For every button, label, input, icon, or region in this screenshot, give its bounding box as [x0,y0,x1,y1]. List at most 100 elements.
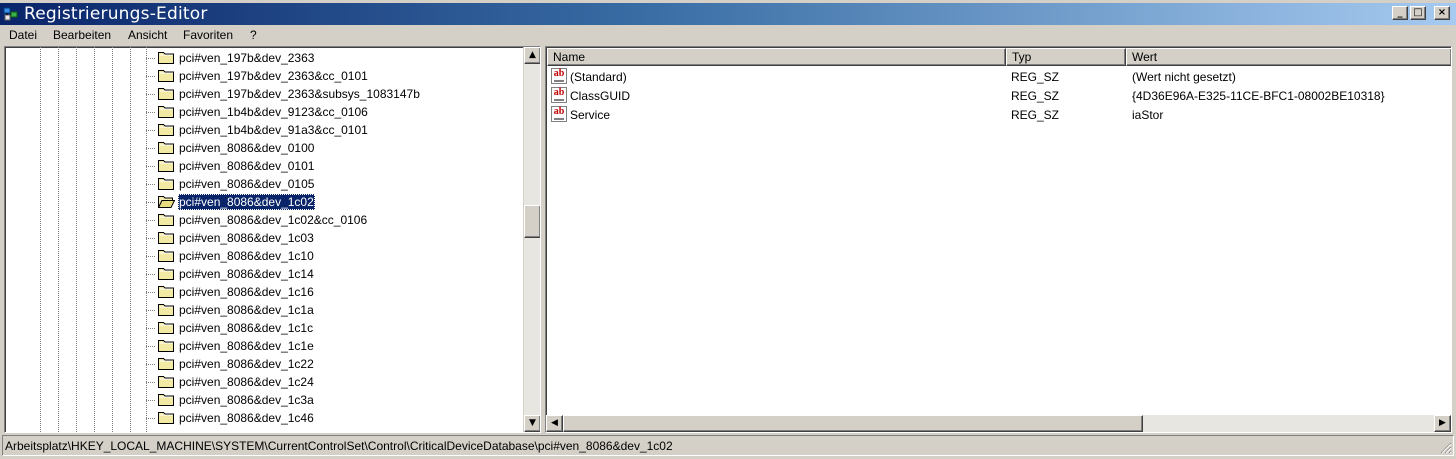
tree-connector [146,274,156,275]
folder-open-icon [158,196,175,208]
menu-ansicht[interactable]: Ansicht [128,27,167,43]
tree-item[interactable]: pci#ven_1b4b&dev_91a3&cc_0101 [145,121,523,139]
value-row[interactable]: ab (Standard) REG_SZ (Wert nicht gesetzt) [548,67,1448,86]
tree-item[interactable]: pci#ven_8086&dev_1c03 [145,229,523,247]
tree-connector [146,166,156,167]
column-header-type[interactable]: Typ [1006,48,1126,66]
values-list-pane: Name Typ Wert ab (Standard) REG_SZ (Wert ni… [545,46,1452,433]
tree-item[interactable]: pci#ven_8086&dev_1c10 [145,247,523,265]
folder-icon [158,340,174,352]
tree-item-label: pci#ven_8086&dev_1c03 [179,231,314,245]
folder-icon [158,286,174,298]
registry-editor-window: Registrierungs-Editor _ □ × Datei Bearbe… [0,0,1456,459]
tree-item[interactable]: pci#ven_8086&dev_1c14 [145,265,523,283]
tree-item[interactable]: pci#ven_1b4b&dev_9123&cc_0106 [145,103,523,121]
menu-help[interactable]: ? [250,27,257,43]
tree-item[interactable]: pci#ven_8086&dev_1c1e [145,337,523,355]
arrow-right-icon: ▶ [1439,418,1446,428]
menu-bearbeiten[interactable]: Bearbeiten [53,27,111,43]
menu-favoriten[interactable]: Favoriten [183,27,233,43]
scroll-right-button[interactable]: ▶ [1434,415,1451,432]
tree-guide-line [94,47,95,432]
tree-item-label: pci#ven_8086&dev_1c3a [179,393,314,407]
tree-connector [146,292,156,293]
resize-grip-icon[interactable] [1439,441,1452,454]
arrow-left-icon: ◀ [551,418,558,428]
folder-icon [158,160,174,172]
menu-bar: Datei Bearbeiten Ansicht Favoriten ? [0,25,1456,45]
minimize-icon: _ [1397,7,1403,18]
value-name: ClassGUID [570,89,631,103]
tree-vertical-scrollbar[interactable]: ▲ ▼ [523,47,540,432]
tree-item-label: pci#ven_8086&dev_1c46 [179,411,314,425]
folder-icon [158,70,174,82]
tree-item-label: pci#ven_8086&dev_0105 [179,177,315,191]
tree-item[interactable]: pci#ven_8086&dev_1c1c [145,319,523,337]
folder-icon [158,304,174,316]
tree-item-label: pci#ven_1b4b&dev_91a3&cc_0101 [179,123,368,137]
folder-icon [158,88,174,100]
tree-item-label: pci#ven_8086&dev_1c10 [179,249,314,263]
tree-connector [146,202,156,203]
title-bar[interactable]: Registrierungs-Editor _ □ × [0,3,1456,25]
value-type: REG_SZ [1011,89,1060,103]
close-button[interactable]: × [1434,6,1450,20]
column-header-name[interactable]: Name [547,48,1006,66]
scroll-thumb[interactable] [563,415,1143,432]
tree-item[interactable]: pci#ven_8086&dev_1c22 [145,355,523,373]
close-icon: × [1437,7,1447,18]
tree-item[interactable]: pci#ven_197b&dev_2363&cc_0101 [145,67,523,85]
tree-connector [146,130,156,131]
maximize-button[interactable]: □ [1410,6,1426,20]
status-bar: Arbeitsplatz\HKEY_LOCAL_MACHINE\SYSTEM\C… [2,435,1454,456]
tree-item-label: pci#ven_197b&dev_2363&subsys_1083147b [179,87,420,101]
value-row[interactable]: ab ClassGUID REG_SZ {4D36E96A-E325-11CE-BFC… [548,86,1448,105]
tree-connector [146,238,156,239]
tree-connector [146,400,156,401]
tree-item[interactable]: pci#ven_8086&dev_1c24 [145,373,523,391]
tree-guide-line [112,47,113,432]
scroll-up-button[interactable]: ▲ [524,47,540,64]
tree-item[interactable]: pci#ven_8086&dev_0105 [145,175,523,193]
folder-icon [158,232,174,244]
window-title: Registrierungs-Editor [24,4,208,24]
tree-item-label: pci#ven_8086&dev_0101 [179,159,315,173]
tree-item[interactable]: pci#ven_8086&dev_1c16 [145,283,523,301]
folder-icon [158,250,174,262]
tree-connector [146,58,156,59]
tree-item-label: pci#ven_197b&dev_2363 [179,51,315,65]
folder-icon [158,178,174,190]
scroll-thumb[interactable] [524,205,540,238]
tree-connector [146,76,156,77]
tree-connector [146,220,156,221]
tree-item[interactable]: pci#ven_8086&dev_0101 [145,157,523,175]
tree-item[interactable]: pci#ven_197b&dev_2363 [145,49,523,67]
folder-icon [158,124,174,136]
tree-connector [146,184,156,185]
tree-item[interactable]: pci#ven_8086&dev_1c02 [145,193,523,211]
tree-guide-line [40,47,41,432]
tree-item[interactable]: pci#ven_8086&dev_1c1a [145,301,523,319]
tree-item[interactable]: pci#ven_8086&dev_1c3a [145,391,523,409]
column-header-data[interactable]: Wert [1126,48,1451,66]
menu-datei[interactable]: Datei [9,27,37,43]
tree-item[interactable]: pci#ven_8086&dev_1c46 [145,409,523,427]
tree-item-label: pci#ven_8086&dev_1c02&cc_0106 [179,213,368,227]
folder-icon [158,412,174,424]
string-value-icon: ab [551,106,567,122]
key-tree: pci#ven_197b&dev_2363 pci#ven_197b&dev_23… [5,47,523,432]
value-data: (Wert nicht gesetzt) [1132,70,1236,84]
tree-connector [146,112,156,113]
minimize-button[interactable]: _ [1392,6,1408,20]
tree-item-label: pci#ven_8086&dev_1c1c [179,321,314,335]
tree-item[interactable]: pci#ven_197b&dev_2363&subsys_1083147b [145,85,523,103]
value-row[interactable]: ab Service REG_SZ iaStor [548,105,1448,124]
tree-item[interactable]: pci#ven_8086&dev_1c02&cc_0106 [145,211,523,229]
tree-item-label: pci#ven_1b4b&dev_9123&cc_0106 [179,105,368,119]
tree-item[interactable]: pci#ven_8086&dev_0100 [145,139,523,157]
scroll-left-button[interactable]: ◀ [546,415,563,432]
values-horizontal-scrollbar[interactable]: ◀ ▶ [546,415,1451,432]
scroll-down-button[interactable]: ▼ [524,415,540,432]
maximize-icon: □ [1413,7,1423,18]
tree-guide-line [76,47,77,432]
